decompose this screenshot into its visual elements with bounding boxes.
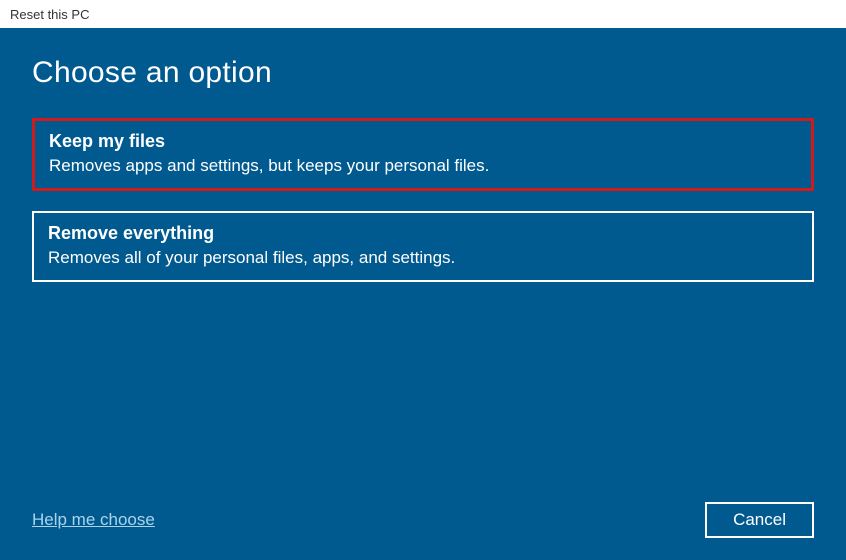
page-heading: Choose an option <box>32 56 814 90</box>
option-description: Removes all of your personal files, apps… <box>48 248 798 268</box>
cancel-button[interactable]: Cancel <box>705 502 814 538</box>
title-bar: Reset this PC <box>0 0 846 28</box>
footer: Help me choose Cancel <box>32 502 814 538</box>
options-list: Keep my files Removes apps and settings,… <box>32 118 814 282</box>
option-title: Keep my files <box>49 131 797 152</box>
option-keep-my-files[interactable]: Keep my files Removes apps and settings,… <box>32 118 814 191</box>
option-title: Remove everything <box>48 223 798 244</box>
window-title: Reset this PC <box>10 7 89 22</box>
option-remove-everything[interactable]: Remove everything Removes all of your pe… <box>32 211 814 282</box>
help-me-choose-link[interactable]: Help me choose <box>32 510 155 530</box>
main-panel: Choose an option Keep my files Removes a… <box>0 28 846 560</box>
option-description: Removes apps and settings, but keeps you… <box>49 156 797 176</box>
